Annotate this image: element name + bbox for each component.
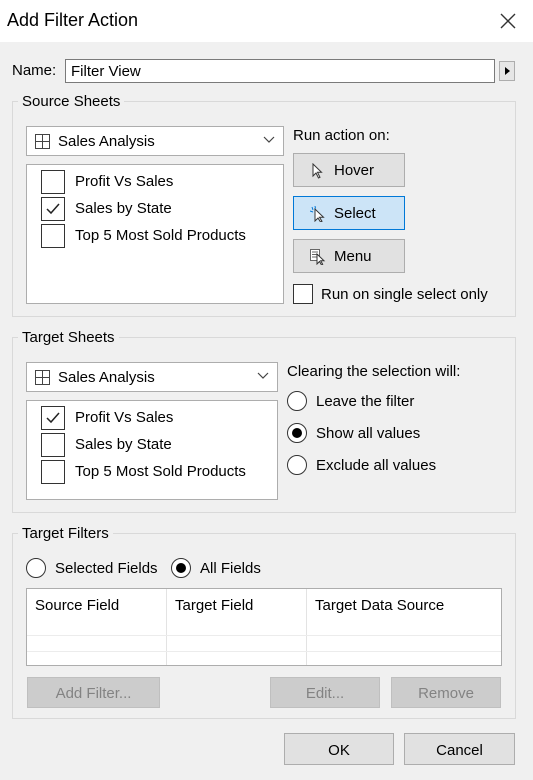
selected-fields-option[interactable]: Selected Fields [26, 558, 166, 580]
menu-label: Menu [334, 248, 372, 265]
cancel-button[interactable]: Cancel [404, 733, 515, 765]
menu-cursor-icon [310, 249, 326, 265]
remove-button[interactable]: Remove [391, 677, 501, 708]
source-dashboard-select[interactable]: Sales Analysis [26, 126, 284, 156]
option-label: Leave the filter [316, 393, 415, 410]
exclude-all-values-option[interactable]: Exclude all values [287, 455, 487, 477]
sheet-label: Sales by State [75, 436, 172, 453]
row-divider [27, 651, 501, 652]
source-sheets-list: Profit Vs Sales Sales by State Top 5 Mos… [26, 164, 284, 304]
source-dashboard-value: Sales Analysis [58, 133, 155, 150]
option-label: Selected Fields [55, 560, 158, 577]
single-select-label: Run on single select only [321, 286, 488, 303]
name-options-button[interactable] [499, 61, 515, 81]
row-divider [27, 635, 501, 636]
column-header[interactable]: Target Data Source [315, 597, 444, 614]
target-sheets-list: Profit Vs Sales Sales by State Top 5 Mos… [26, 400, 278, 500]
single-select-option[interactable]: Run on single select only [293, 284, 503, 308]
field-mapping-table[interactable]: Source Field Target Field Target Data So… [26, 588, 502, 666]
option-label: All Fields [200, 560, 261, 577]
radio-unselected[interactable] [287, 391, 307, 411]
target-filters-title: Target Filters [18, 525, 113, 542]
checkbox-checked[interactable] [41, 197, 65, 221]
name-input-value: Filter View [71, 63, 141, 80]
sheet-label: Top 5 Most Sold Products [75, 227, 246, 244]
checkbox-checked[interactable] [41, 406, 65, 430]
dialog-title: Add Filter Action [7, 10, 139, 30]
radio-selected[interactable] [171, 558, 191, 578]
sheet-label: Top 5 Most Sold Products [75, 463, 246, 480]
edit-button[interactable]: Edit... [270, 677, 380, 708]
radio-unselected[interactable] [287, 455, 307, 475]
column-header[interactable]: Target Field [175, 597, 253, 614]
cursor-icon [312, 163, 323, 179]
checkbox-unchecked[interactable] [41, 170, 65, 194]
show-all-values-option[interactable]: Show all values [287, 423, 487, 445]
checkbox-unchecked[interactable] [41, 224, 65, 248]
sheet-label: Profit Vs Sales [75, 409, 174, 426]
add-filter-button[interactable]: Add Filter... [27, 677, 160, 708]
column-divider [306, 589, 307, 665]
select-button[interactable]: Select [293, 196, 405, 230]
grid-icon [35, 134, 50, 149]
radio-selected[interactable] [287, 423, 307, 443]
column-divider [166, 589, 167, 665]
check-icon [46, 203, 60, 215]
close-icon[interactable] [495, 8, 521, 34]
check-icon [46, 412, 60, 424]
option-label: Show all values [316, 425, 421, 442]
grid-icon [35, 370, 50, 385]
chevron-down-icon [257, 372, 269, 379]
target-dashboard-value: Sales Analysis [58, 369, 155, 386]
hover-label: Hover [334, 162, 375, 179]
clearing-label: Clearing the selection will: [287, 363, 461, 380]
option-label: Exclude all values [316, 457, 437, 474]
source-sheets-title: Source Sheets [18, 93, 125, 110]
radio-unselected[interactable] [26, 558, 46, 578]
name-input[interactable]: Filter View [65, 59, 495, 83]
select-cursor-icon [310, 206, 325, 222]
checkbox-unchecked[interactable] [41, 460, 65, 484]
all-fields-option[interactable]: All Fields [171, 558, 281, 580]
checkbox-unchecked[interactable] [41, 433, 65, 457]
leave-filter-option[interactable]: Leave the filter [287, 391, 487, 413]
checkbox-unchecked[interactable] [293, 284, 313, 304]
target-dashboard-select[interactable]: Sales Analysis [26, 362, 278, 392]
name-label: Name: [12, 62, 57, 79]
chevron-down-icon [263, 136, 275, 143]
sheet-label: Profit Vs Sales [75, 173, 174, 190]
target-sheets-title: Target Sheets [18, 329, 119, 346]
hover-button[interactable]: Hover [293, 153, 405, 187]
column-header[interactable]: Source Field [35, 597, 119, 614]
menu-button[interactable]: Menu [293, 239, 405, 273]
ok-button[interactable]: OK [284, 733, 394, 765]
triangle-right-icon [505, 67, 510, 75]
run-action-label: Run action on: [293, 127, 390, 144]
sheet-label: Sales by State [75, 200, 172, 217]
select-label: Select [334, 205, 376, 222]
